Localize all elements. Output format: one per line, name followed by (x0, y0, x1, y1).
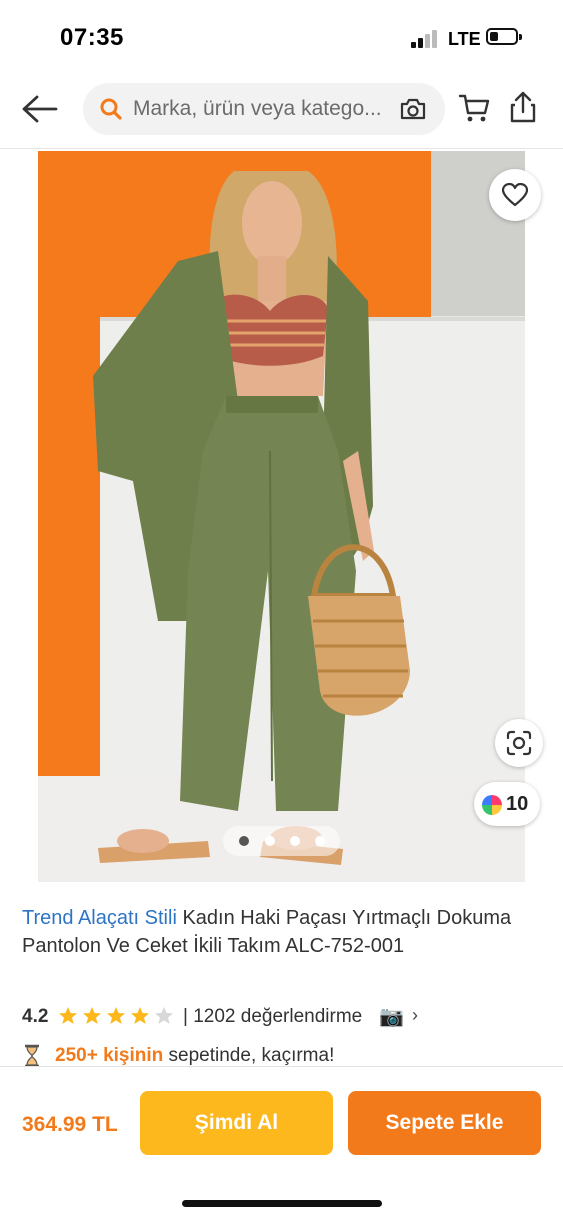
photo-review-icon: 📷 (379, 1006, 404, 1028)
search-input[interactable]: Marka, ürün veya katego... (133, 97, 399, 121)
cart-icon[interactable] (458, 93, 490, 128)
color-wheel-icon (482, 795, 502, 815)
pager-dot[interactable] (290, 836, 300, 846)
bottom-action-bar: 364.99 TL Şimdi Al Sepete Ekle (0, 1066, 563, 1220)
color-options-count: 10 (506, 793, 529, 815)
status-bar: 07:35 LTE (0, 0, 563, 70)
home-indicator[interactable] (182, 1200, 382, 1207)
battery-icon (486, 28, 522, 45)
magnifier-icon (99, 97, 123, 126)
rating-value: 4.2 (22, 1006, 49, 1027)
arrow-left-icon[interactable] (20, 92, 60, 126)
share-icon[interactable] (509, 90, 537, 129)
star-icon (107, 1007, 125, 1024)
camera-icon[interactable] (399, 97, 427, 126)
scan-icon (506, 730, 532, 756)
basket-count: 250+ kişinin (55, 1045, 164, 1066)
add-to-cart-button[interactable]: Sepete Ekle (348, 1091, 541, 1155)
basket-text: sepetinde, kaçırma! (163, 1045, 335, 1066)
chevron-right-icon: › (412, 1005, 418, 1025)
rating-row[interactable]: 4.2 | 1202 değerlendirme 📷 › (22, 1002, 542, 1030)
buy-now-button[interactable]: Şimdi Al (140, 1091, 333, 1155)
product-title: Trend Alaçatı Stili Kadın Haki Paçası Yı… (22, 904, 542, 960)
heart-icon (502, 183, 528, 207)
visual-search-button[interactable] (495, 719, 543, 767)
status-time: 07:35 (60, 24, 124, 51)
star-icon (83, 1007, 101, 1024)
rating-stars (58, 1006, 178, 1032)
pager-dot[interactable] (239, 836, 249, 846)
favorite-button[interactable] (489, 169, 541, 221)
product-image[interactable] (38, 151, 525, 882)
image-pager[interactable] (223, 826, 340, 856)
star-icon (59, 1007, 77, 1024)
header-divider (0, 148, 563, 149)
pager-dot[interactable] (315, 836, 325, 846)
search-bar[interactable]: Marka, ürün veya katego... (83, 83, 445, 135)
review-count[interactable]: | 1202 değerlendirme (183, 1006, 362, 1028)
signal-icon (411, 30, 441, 48)
network-type: LTE (448, 29, 481, 49)
pager-dot[interactable] (265, 836, 275, 846)
top-bar: Marka, ürün veya katego... (0, 78, 563, 142)
star-icon (155, 1007, 173, 1024)
product-price: 364.99 TL (22, 1113, 118, 1136)
star-icon (131, 1007, 149, 1024)
color-options-badge[interactable]: 10 (474, 782, 540, 826)
brand-link[interactable]: Trend Alaçatı Stili (22, 907, 177, 929)
